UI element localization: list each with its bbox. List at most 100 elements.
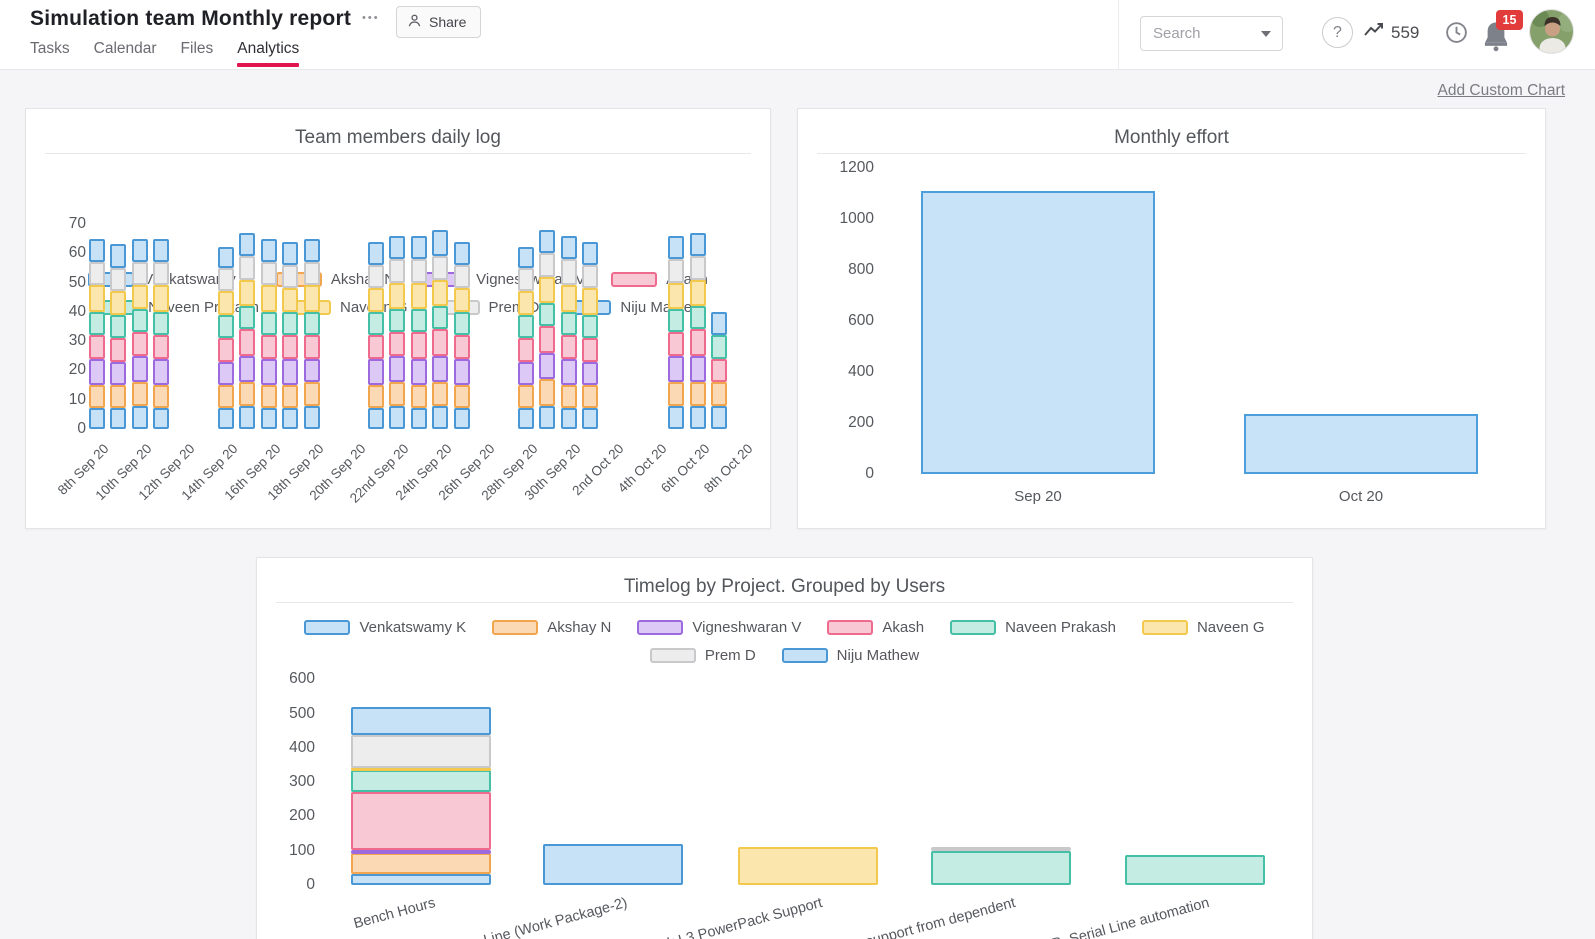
bar-segment-naveen-g <box>738 847 878 885</box>
y-axis-tick: 20 <box>68 361 86 379</box>
bar-segment-niju-mathew <box>389 235 406 260</box>
search-input[interactable]: Search <box>1140 16 1283 51</box>
bar-segment-naveen-prakash <box>282 311 299 336</box>
trend-icon <box>1364 22 1386 43</box>
y-axis-tick: 0 <box>865 465 874 482</box>
bar-segment-akshay-n <box>217 385 234 409</box>
more-options-icon[interactable]: ••• <box>362 12 380 24</box>
bar-segment-niju-mathew <box>217 247 234 268</box>
x-axis-label: Sep 20 <box>1014 488 1062 505</box>
tab-calendar[interactable]: Calendar <box>94 40 157 67</box>
app-header: Simulation team Monthly report ••• Share… <box>0 0 1595 70</box>
chart-card-monthly-effort: Monthly effort 0 200 400 600 800 1000 1200 Sep … <box>797 108 1546 529</box>
x-axis-tick: 8th Oct 20 <box>700 441 756 496</box>
bar-segment-naveen-prakash <box>711 335 728 359</box>
bar-segment-akash <box>453 335 470 359</box>
bar-segment-akshay-n <box>582 385 599 409</box>
bar-segment-prem-d <box>931 847 1071 852</box>
bar-segment-vigneshwaran-v <box>432 355 449 383</box>
bar-segment-naveen-prakash <box>668 308 685 333</box>
bar-segment-venkatswamy-k <box>89 408 105 429</box>
bar-segment-akash <box>89 335 105 359</box>
y-axis-tick: 60 <box>68 244 86 262</box>
bar-segment-vigneshwaran-v <box>303 358 320 383</box>
bar-segment-akash <box>539 326 556 353</box>
bar-segment-prem-d <box>351 735 491 769</box>
plot-area: 0 10 20 30 40 50 60 70 8th Sep 20 10th Sep 20 12th… <box>26 109 770 528</box>
chevron-down-icon[interactable] <box>1261 30 1271 37</box>
bar-segment-venkatswamy-k <box>689 405 706 429</box>
y-axis-tick: 400 <box>848 363 874 380</box>
bar-segment-akshay-n <box>410 385 427 409</box>
bar-segment-naveen-prakash <box>131 308 148 333</box>
y-axis-tick: 600 <box>289 670 315 688</box>
bar-segment-akshay-n <box>389 382 406 406</box>
notifications-button[interactable]: 15 <box>1481 10 1523 58</box>
bar-segment-akshay-n <box>260 385 277 409</box>
bar-segment-naveen-g <box>453 288 470 312</box>
share-button[interactable]: Share <box>396 6 482 38</box>
bar-segment-niju-mathew <box>711 311 728 336</box>
bar-segment-akash <box>689 329 706 356</box>
bar-segment-akshay-n <box>131 382 148 406</box>
help-icon[interactable]: ? <box>1322 17 1353 48</box>
bar-segment-prem-d <box>518 267 534 292</box>
bar-segment-niju-mathew <box>239 232 256 257</box>
plot-area: 0 100 200 300 400 500 600 Bench Hours ation Line… <box>257 558 1312 939</box>
bar-segment-akash <box>432 329 449 356</box>
bar-segment-naveen-g <box>539 276 556 304</box>
bar-segment-akshay-n <box>560 385 577 409</box>
avatar[interactable] <box>1529 9 1574 54</box>
bar-segment-akash <box>582 338 599 362</box>
bar-segment-naveen-prakash <box>153 311 170 336</box>
bar-segment-venkatswamy-k <box>543 843 683 885</box>
bar-segment-naveen-prakash <box>689 305 706 330</box>
y-axis-tick: 50 <box>68 273 86 291</box>
bar-segment-vigneshwaran-v <box>560 358 577 386</box>
bar-segment-naveen-prakash <box>239 305 256 330</box>
clock-icon[interactable] <box>1444 20 1469 50</box>
bar-segment-niju-mathew <box>453 241 470 265</box>
tab-tasks[interactable]: Tasks <box>30 40 70 67</box>
bar-segment-naveen-g <box>389 282 406 309</box>
notification-badge: 15 <box>1496 10 1523 30</box>
bar-segment-niju-mathew <box>260 238 277 263</box>
person-icon <box>407 13 422 31</box>
bar-segment-akshay-n <box>239 382 256 406</box>
activity-stream-button[interactable]: 559 <box>1364 22 1419 43</box>
y-axis-tick: 600 <box>848 312 874 329</box>
bar-segment-akshay-n <box>351 852 491 875</box>
y-axis-tick: 200 <box>289 807 315 825</box>
bar-oct-20 <box>1244 414 1478 474</box>
bar-segment-vigneshwaran-v <box>539 352 556 380</box>
bar-segment-prem-d <box>260 262 277 286</box>
tab-files[interactable]: Files <box>181 40 214 67</box>
bar-segment-prem-d <box>131 262 148 286</box>
y-axis-tick: 200 <box>848 414 874 431</box>
y-axis-tick: 800 <box>848 261 874 278</box>
bar-segment-akshay-n <box>110 385 127 409</box>
bar-segment-akash <box>131 332 148 356</box>
tab-analytics[interactable]: Analytics <box>237 40 300 67</box>
bar-segment-akshay-n <box>518 385 534 409</box>
y-axis-tick: 70 <box>68 214 86 232</box>
bar-segment-akash <box>110 338 127 362</box>
bar-segment-niju-mathew <box>153 238 170 263</box>
bar-segment-naveen-g <box>410 282 427 309</box>
x-axis-tick: Bench Hours <box>352 895 438 933</box>
bar-segment-akash <box>239 329 256 356</box>
bar-segment-prem-d <box>110 267 127 292</box>
bar-segment-venkatswamy-k <box>153 408 170 429</box>
y-axis-tick: 500 <box>289 704 315 722</box>
bar-segment-naveen-g <box>131 285 148 309</box>
bar-segment-akshay-n <box>89 385 105 409</box>
bar-segment-niju-mathew <box>539 229 556 254</box>
add-custom-chart-link[interactable]: Add Custom Chart <box>1438 82 1566 100</box>
y-axis-tick: 40 <box>68 302 86 320</box>
bar-segment-naveen-g <box>668 282 685 309</box>
bar-segment-naveen-g <box>217 291 234 315</box>
bar-segment-akash <box>711 358 728 383</box>
y-axis-tick: 400 <box>289 738 315 756</box>
bar-segment-naveen-prakash <box>453 311 470 336</box>
bar-segment-vigneshwaran-v <box>110 361 127 386</box>
